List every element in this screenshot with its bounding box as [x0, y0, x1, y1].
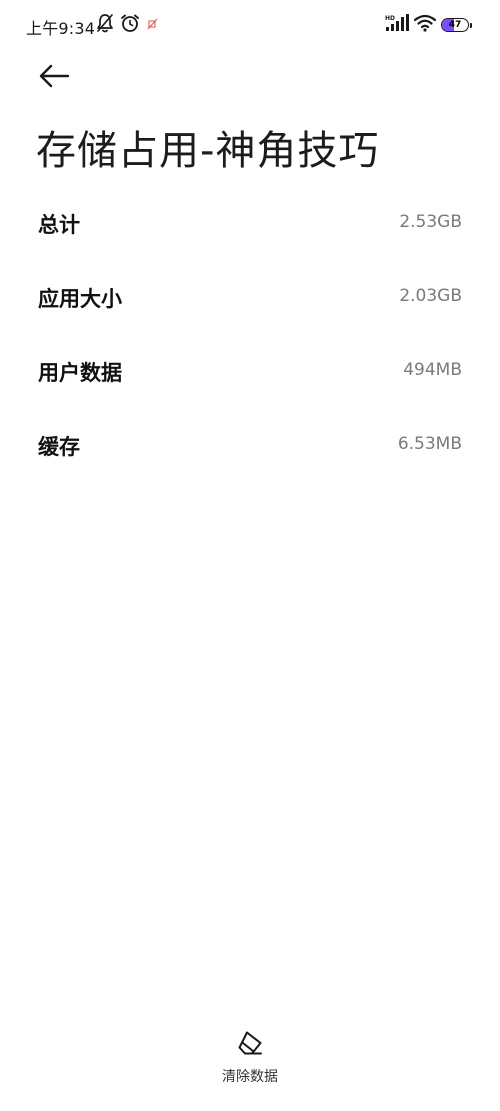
alarm-icon — [120, 13, 140, 37]
signal-icon: HD — [385, 14, 409, 36]
status-time: 上午9:34 — [26, 19, 96, 38]
storage-value: 2.53GB — [399, 212, 462, 232]
muted-notification-icon — [146, 16, 160, 35]
clear-data-label: 清除数据 — [222, 1069, 278, 1085]
storage-label: 缓存 — [38, 435, 80, 459]
arrow-left-icon — [38, 64, 70, 92]
status-bar: 上午9:34 HD 47 — [0, 0, 500, 50]
eraser-icon — [236, 1030, 264, 1060]
page-title: 存储占用-神角技巧 — [36, 128, 380, 174]
storage-value: 494MB — [403, 360, 462, 380]
battery-tip — [470, 22, 472, 28]
svg-text:HD: HD — [385, 15, 395, 22]
wifi-icon — [413, 14, 437, 36]
storage-row-user-data: 用户数据 494MB — [0, 334, 500, 408]
clear-data-button[interactable]: 清除数据 — [200, 1030, 300, 1094]
back-button[interactable] — [34, 58, 74, 98]
storage-list: 总计 2.53GB 应用大小 2.03GB 用户数据 494MB 缓存 6.53… — [0, 186, 500, 482]
status-right-icons: HD 47 — [385, 14, 472, 36]
bell-off-icon — [96, 13, 114, 37]
storage-label: 总计 — [38, 213, 80, 237]
battery-icon: 47 — [441, 18, 469, 32]
storage-label: 用户数据 — [38, 361, 122, 385]
storage-row-app-size: 应用大小 2.03GB — [0, 260, 500, 334]
storage-label: 应用大小 — [38, 287, 122, 311]
battery-level: 47 — [448, 19, 462, 30]
storage-row-total: 总计 2.53GB — [0, 186, 500, 260]
storage-value: 2.03GB — [399, 286, 462, 306]
storage-row-cache: 缓存 6.53MB — [0, 408, 500, 482]
storage-value: 6.53MB — [397, 434, 462, 454]
status-left-icons — [96, 14, 160, 36]
